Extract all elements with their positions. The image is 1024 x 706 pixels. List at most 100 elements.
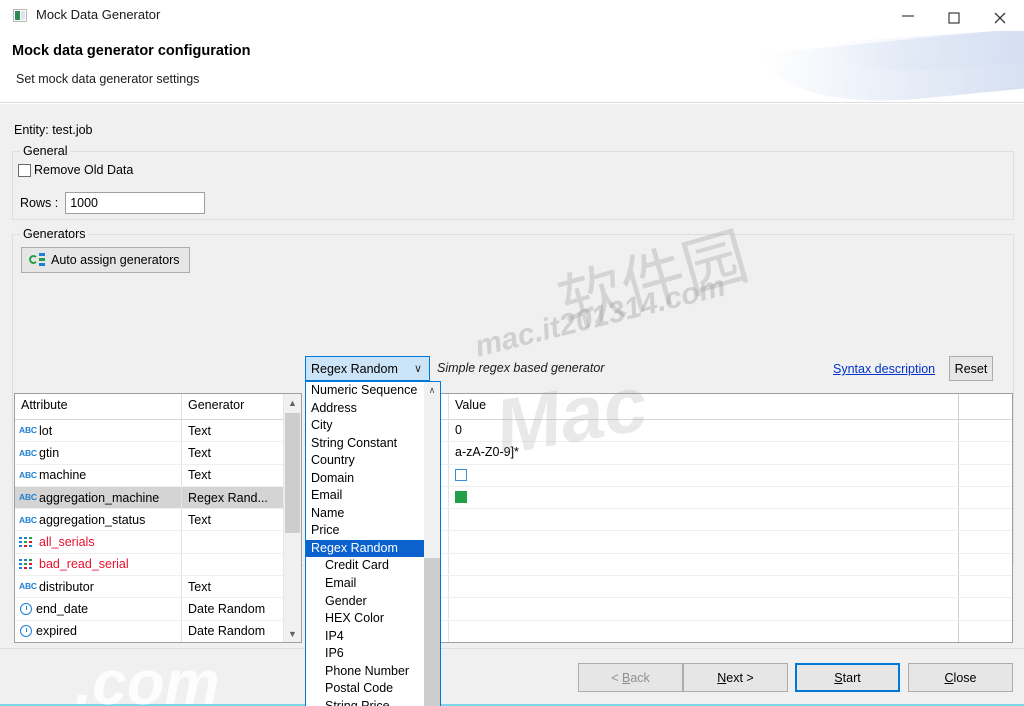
attribute-cell[interactable]: ABC gtin xyxy=(15,442,182,464)
minimize-button[interactable] xyxy=(886,0,932,31)
auto-assign-generators-button[interactable]: Auto assign generators xyxy=(21,247,190,273)
dropdown-item[interactable]: Postal Code xyxy=(306,680,440,698)
maximize-button[interactable] xyxy=(932,0,978,31)
back-button[interactable]: < Back xyxy=(578,663,683,692)
chevron-down-icon[interactable]: ∨ xyxy=(407,362,429,375)
property-value[interactable] xyxy=(449,531,959,553)
generator-cell[interactable]: Text xyxy=(182,446,290,460)
attribute-cell[interactable]: ABC distributor xyxy=(15,576,182,598)
property-value[interactable] xyxy=(449,598,959,620)
generator-cell[interactable]: Text xyxy=(182,468,290,482)
close-button[interactable]: Close xyxy=(908,663,1013,692)
property-value[interactable]: 0 xyxy=(449,420,959,442)
generator-type-combobox[interactable]: Regex Random ∨ xyxy=(305,356,430,381)
remove-old-data-checkbox[interactable] xyxy=(18,163,31,177)
dropdown-item[interactable]: IP6 xyxy=(306,645,440,663)
table-row[interactable]: ABC distributor Text xyxy=(15,576,301,599)
generator-cell[interactable]: Regex Rand... xyxy=(182,491,290,505)
property-extra xyxy=(959,509,1012,530)
attribute-cell[interactable]: ABC aggregation_status xyxy=(15,509,182,531)
remove-old-data-row[interactable]: Remove Old Data xyxy=(18,163,133,177)
attribute-cell[interactable]: ABC aggregation_machine xyxy=(15,486,182,509)
attribute-name: end_date xyxy=(36,602,89,617)
reset-button[interactable]: Reset xyxy=(949,356,993,381)
dropdown-item[interactable]: Phone Number xyxy=(306,663,440,681)
generator-cell[interactable]: Date Random xyxy=(182,602,290,616)
dropdown-item[interactable]: Country xyxy=(306,452,440,470)
attribute-cell[interactable]: all_serials xyxy=(15,531,182,553)
attribute-cell[interactable]: expired xyxy=(15,620,182,642)
rows-input[interactable] xyxy=(65,192,206,214)
attributes-table-header: Attribute Generator xyxy=(15,394,301,420)
dropdown-item[interactable]: Regex Random xyxy=(306,539,440,558)
property-value[interactable] xyxy=(449,464,959,486)
generator-cell[interactable]: Text xyxy=(182,580,290,594)
syntax-description-link[interactable]: Syntax description xyxy=(833,362,935,376)
next-button[interactable]: Next > xyxy=(683,663,788,692)
dropdown-item[interactable]: City xyxy=(306,417,440,435)
dropdown-item[interactable]: Email xyxy=(306,487,440,505)
dropdown-item[interactable]: Address xyxy=(306,400,440,418)
property-value[interactable] xyxy=(449,486,959,509)
body-top-rule xyxy=(0,103,1024,104)
scroll-up-icon[interactable]: ▲ xyxy=(284,394,301,411)
generator-type-dropdown-list[interactable]: Numeric Sequence Address City String Consta… xyxy=(305,381,441,706)
generator-cell[interactable]: Text xyxy=(182,424,290,438)
dropdown-item[interactable]: String Constant xyxy=(306,435,440,453)
property-checkbox[interactable] xyxy=(455,468,467,481)
table-row[interactable]: ABC aggregation_status Text xyxy=(15,509,301,532)
dropdown-scrollbar[interactable]: ∧ ∨ xyxy=(424,382,440,706)
close-icon xyxy=(994,12,1006,24)
attribute-cell[interactable]: end_date xyxy=(15,598,182,620)
generator-cell[interactable]: Text xyxy=(182,513,290,527)
dropdown-item[interactable]: Price xyxy=(306,522,440,540)
dropdown-item[interactable]: Name xyxy=(306,505,440,523)
table-row[interactable]: ABC aggregation_machine Regex Rand... xyxy=(15,486,301,510)
table-row[interactable]: expired Date Random xyxy=(15,620,301,642)
table-row[interactable]: ABC gtin Text xyxy=(15,442,301,465)
dropdown-item[interactable]: Credit Card xyxy=(306,557,440,575)
dropdown-item[interactable]: IP4 xyxy=(306,628,440,646)
attribute-cell[interactable]: ABC machine xyxy=(15,464,182,486)
column-header-generator[interactable]: Generator xyxy=(182,394,284,419)
dropdown-scroll-up-icon[interactable]: ∧ xyxy=(424,382,440,398)
property-value[interactable] xyxy=(449,509,959,531)
property-value[interactable] xyxy=(449,620,959,642)
generators-group-label: Generators xyxy=(20,227,89,241)
auto-assign-icon xyxy=(29,253,45,267)
abc-icon: ABC xyxy=(19,581,37,592)
scroll-down-icon[interactable]: ▼ xyxy=(284,625,301,642)
property-value[interactable] xyxy=(449,553,959,576)
dropdown-item[interactable]: Email xyxy=(306,575,440,593)
maximize-icon xyxy=(948,12,960,24)
dropdown-items: Numeric Sequence Address City String Consta… xyxy=(306,382,440,706)
dropdown-scrollbar-thumb[interactable] xyxy=(424,558,440,706)
column-header-attribute[interactable]: Attribute xyxy=(15,394,182,419)
generator-cell[interactable]: Date Random xyxy=(182,624,290,638)
attributes-table-scrollbar[interactable]: ▲ ▼ xyxy=(283,394,301,642)
table-row[interactable]: ABC lot Text xyxy=(15,420,301,443)
list-icon xyxy=(19,558,36,570)
table-row[interactable]: bad_read_serial xyxy=(15,553,301,577)
dropdown-item[interactable]: String Price xyxy=(306,698,440,706)
attributes-table[interactable]: Attribute Generator ABC lot Text ABC gtin Tex… xyxy=(14,393,302,643)
table-row[interactable]: end_date Date Random xyxy=(15,598,301,621)
attribute-name: aggregation_status xyxy=(39,512,146,527)
dropdown-item[interactable]: HEX Color xyxy=(306,610,440,628)
generator-hint: Simple regex based generator xyxy=(437,361,605,375)
property-value[interactable] xyxy=(449,576,959,598)
table-row[interactable]: all_serials xyxy=(15,531,301,554)
attribute-cell[interactable]: bad_read_serial xyxy=(15,553,182,576)
close-window-button[interactable] xyxy=(978,0,1024,31)
table-row[interactable]: ABC machine Text xyxy=(15,464,301,487)
start-button[interactable]: Start xyxy=(795,663,900,692)
property-extra xyxy=(959,442,1012,463)
property-value[interactable]: a-zA-Z0-9]* xyxy=(449,442,959,464)
column-header-value[interactable]: Value xyxy=(449,394,959,419)
attribute-cell[interactable]: ABC lot xyxy=(15,420,182,442)
dropdown-item[interactable]: Domain xyxy=(306,470,440,488)
scrollbar-thumb[interactable] xyxy=(285,413,300,533)
dropdown-item[interactable]: Gender xyxy=(306,593,440,611)
property-checkbox[interactable] xyxy=(455,490,467,503)
dropdown-item[interactable]: Numeric Sequence xyxy=(306,382,440,400)
